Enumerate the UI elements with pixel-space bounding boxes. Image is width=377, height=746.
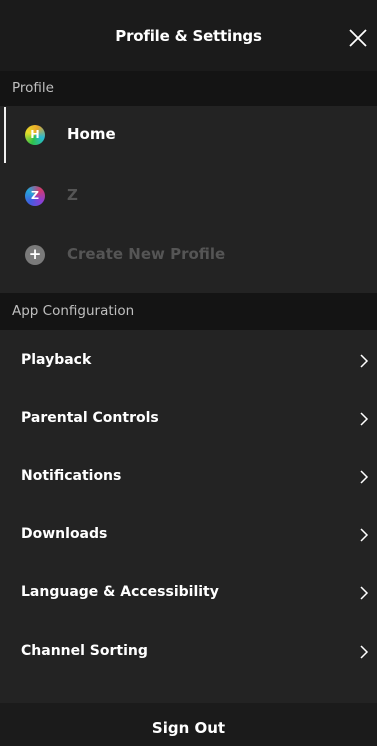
profile-label: Home <box>67 125 116 143</box>
menu-item-label: Downloads <box>21 526 108 542</box>
sign-out-button[interactable]: Sign Out <box>0 703 377 746</box>
close-icon[interactable] <box>347 27 369 49</box>
chevron-right-icon <box>359 411 369 427</box>
chevron-right-icon <box>359 644 369 660</box>
menu-item-playback[interactable]: Playback <box>0 332 377 390</box>
menu-item-label: Parental Controls <box>21 410 159 426</box>
profile-item-home[interactable]: H Home <box>0 106 377 164</box>
header-bar: Profile & Settings <box>0 0 377 77</box>
avatar: H <box>25 125 45 145</box>
chevron-right-icon <box>359 469 369 485</box>
sign-out-label: Sign Out <box>151 719 226 737</box>
menu-item-parental-controls[interactable]: Parental Controls <box>0 390 377 448</box>
app-configuration-heading: App Configuration <box>0 293 377 330</box>
chevron-right-icon <box>359 585 369 601</box>
chevron-right-icon <box>359 527 369 543</box>
menu-item-notifications[interactable]: Notifications <box>0 448 377 506</box>
settings-screen: Profile & Settings Profile H Home Z Z + … <box>0 0 377 746</box>
active-indicator <box>4 107 6 163</box>
profile-item-z[interactable]: Z Z <box>0 167 377 225</box>
menu-item-label: Channel Sorting <box>21 643 148 659</box>
create-profile-button[interactable]: + Create New Profile <box>0 226 377 284</box>
profile-label: Z <box>67 186 78 204</box>
create-profile-label: Create New Profile <box>67 245 226 263</box>
page-title: Profile & Settings <box>115 27 262 45</box>
avatar: Z <box>25 186 45 206</box>
profile-section-heading: Profile <box>0 71 377 106</box>
menu-item-label: Language & Accessibility <box>21 584 219 600</box>
chevron-right-icon <box>359 353 369 369</box>
menu-item-channel-sorting[interactable]: Channel Sorting <box>0 623 377 681</box>
menu-item-downloads[interactable]: Downloads <box>0 506 377 564</box>
menu-item-language-accessibility[interactable]: Language & Accessibility <box>0 564 377 622</box>
menu-item-label: Notifications <box>21 468 122 484</box>
menu-item-label: Playback <box>21 352 92 368</box>
plus-icon: + <box>25 245 45 265</box>
